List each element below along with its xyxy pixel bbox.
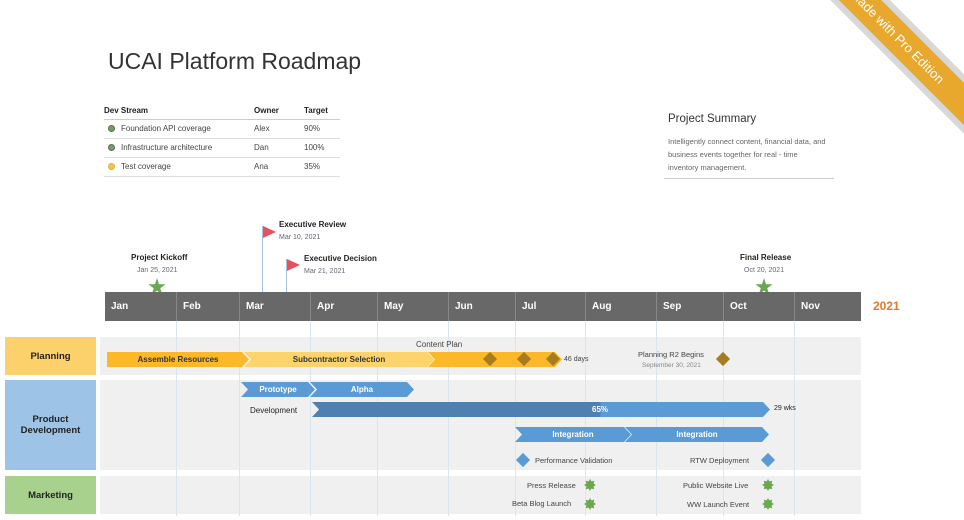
milestone-title: Executive Review bbox=[279, 220, 347, 229]
target: 35% bbox=[304, 157, 340, 177]
milestone-date: September 30, 2021 bbox=[642, 362, 701, 369]
stream-name: Test coverage bbox=[121, 162, 171, 171]
lane-label-product: Product Development bbox=[5, 380, 96, 470]
page-title: UCAI Platform Roadmap bbox=[108, 48, 362, 74]
task-integration-2[interactable]: Integration bbox=[625, 427, 769, 442]
table-row: Test coverage Ana 35% bbox=[104, 157, 340, 177]
development-label: Development bbox=[250, 406, 298, 415]
milestone-title: Final Release bbox=[740, 253, 792, 262]
table-row: Infrastructure architecture Dan 100% bbox=[104, 138, 340, 158]
milestone-date: Oct 20, 2021 bbox=[744, 267, 785, 274]
month-apr: Apr bbox=[310, 292, 334, 321]
owner: Dan bbox=[254, 138, 304, 158]
month-jul: Jul bbox=[515, 292, 536, 321]
col-dev-stream: Dev Stream bbox=[104, 102, 254, 120]
milestone-public-website: Public Website Live bbox=[683, 481, 749, 490]
task-prototype[interactable]: Prototype bbox=[241, 382, 315, 397]
flag-pole bbox=[286, 259, 287, 292]
lane-label-marketing: Marketing bbox=[5, 476, 96, 514]
task-integration-1[interactable]: Integration bbox=[515, 427, 631, 442]
target: 90% bbox=[304, 119, 340, 139]
col-target: Target bbox=[304, 102, 340, 120]
dev-stream-table: Dev Stream Owner Target Foundation API cov… bbox=[104, 102, 340, 177]
milestone-ww-launch: WW Launch Event bbox=[687, 500, 750, 509]
milestone-rtw-deployment: RTW Deployment bbox=[690, 456, 750, 465]
progress-label: 65% bbox=[592, 405, 609, 414]
status-dot-icon bbox=[108, 144, 115, 151]
month-feb: Feb bbox=[176, 292, 201, 321]
timeline-axis: Jan Feb Mar Apr May Jun Jul Aug Sep Oct … bbox=[105, 292, 861, 321]
task-development[interactable]: 65% bbox=[312, 402, 770, 417]
status-dot-icon bbox=[108, 163, 115, 170]
milestone-press-release: Press Release bbox=[527, 481, 576, 490]
status-dot-icon bbox=[108, 125, 115, 132]
edition-ribbon: Made with Pro Edition bbox=[805, 0, 964, 129]
milestone-date: Mar 21, 2021 bbox=[304, 268, 346, 275]
lane-label-planning: Planning bbox=[5, 337, 96, 375]
milestone-title: Project Kickoff bbox=[131, 253, 188, 262]
content-plan-label: Content Plan bbox=[416, 340, 463, 349]
month-jun: Jun bbox=[448, 292, 473, 321]
milestone-beta-blog: Beta Blog Launch bbox=[512, 499, 572, 508]
stream-name: Infrastructure architecture bbox=[121, 143, 213, 152]
flag-pole bbox=[262, 226, 263, 292]
task-assemble-resources[interactable]: Assemble Resources bbox=[107, 352, 249, 367]
month-mar: Mar bbox=[239, 292, 264, 321]
table-row: Foundation API coverage Alex 90% bbox=[104, 119, 340, 139]
month-may: May bbox=[377, 292, 403, 321]
month-nov: Nov bbox=[794, 292, 820, 321]
owner: Ana bbox=[254, 157, 304, 177]
month-oct: Oct bbox=[723, 292, 747, 321]
owner: Alex bbox=[254, 119, 304, 139]
task-subcontractor-selection[interactable]: Subcontractor Selection bbox=[244, 352, 434, 367]
duration-label: 29 wks bbox=[774, 405, 796, 412]
target: 100% bbox=[304, 138, 340, 158]
milestone-title: Planning R2 Begins bbox=[638, 350, 704, 359]
stream-name: Foundation API coverage bbox=[121, 124, 211, 133]
month-aug: Aug bbox=[585, 292, 611, 321]
milestone-date: Jan 25, 2021 bbox=[137, 267, 178, 274]
summary-body: Intelligently connect content, financial… bbox=[668, 137, 826, 172]
divider bbox=[664, 178, 834, 179]
month-jan: Jan bbox=[111, 301, 129, 312]
task-alpha[interactable]: Alpha bbox=[310, 382, 414, 397]
flag-icon[interactable] bbox=[287, 259, 300, 271]
month-sep: Sep bbox=[656, 292, 681, 321]
duration-label: 46 days bbox=[564, 356, 589, 363]
milestone-performance-validation: Performance Validation bbox=[535, 456, 613, 465]
milestone-date: Mar 10, 2021 bbox=[279, 234, 321, 241]
summary-title: Project Summary bbox=[668, 113, 757, 125]
flag-icon[interactable] bbox=[263, 226, 276, 238]
col-owner: Owner bbox=[254, 102, 304, 120]
milestone-title: Executive Decision bbox=[304, 254, 377, 263]
year-label: 2021 bbox=[873, 299, 900, 313]
